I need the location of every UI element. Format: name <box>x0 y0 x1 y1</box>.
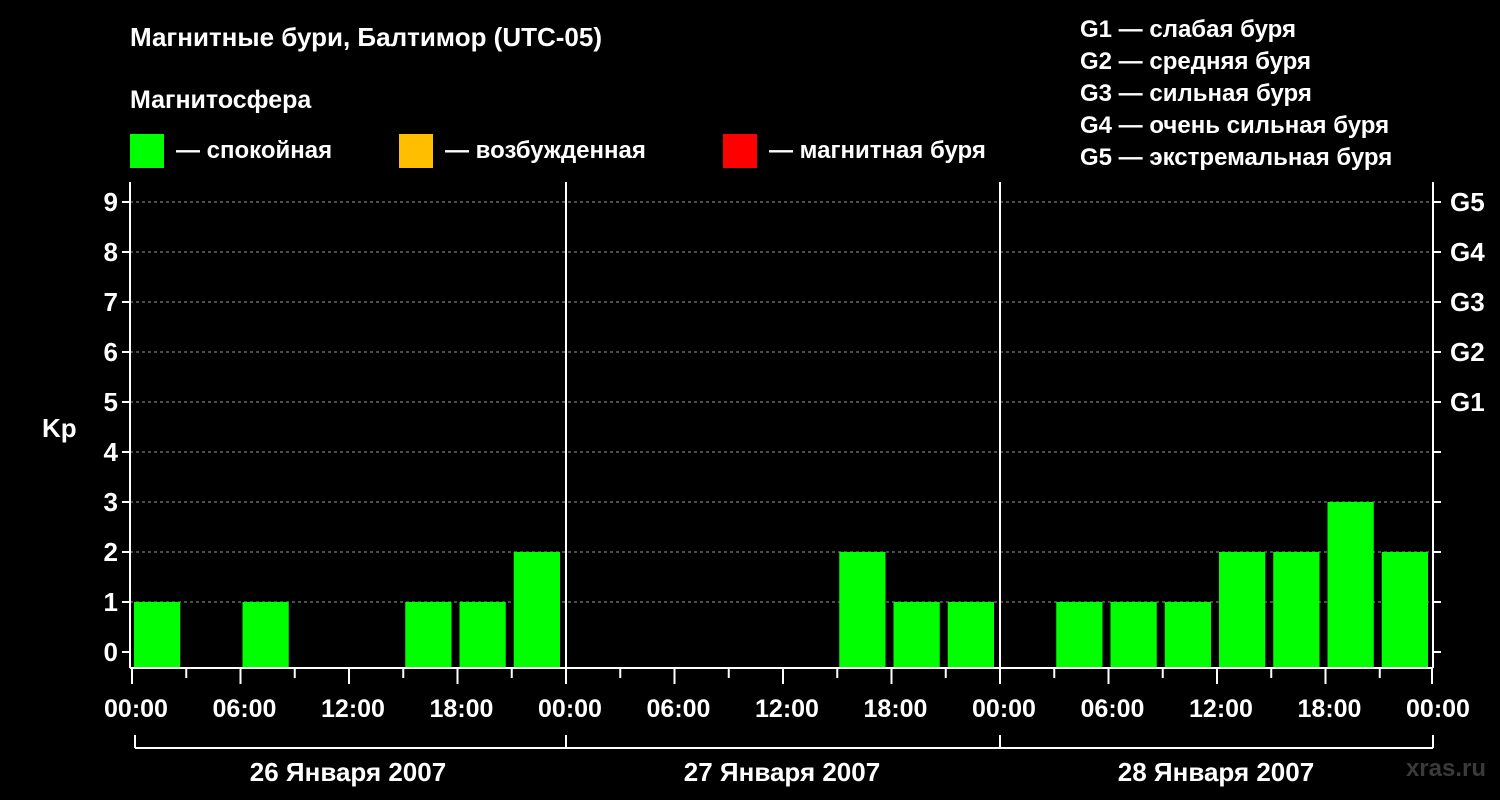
bar <box>1164 602 1211 668</box>
bar <box>1219 552 1266 668</box>
bar <box>405 602 452 668</box>
day-label: 28 Января 2007 <box>1118 757 1314 787</box>
y-tick-label: 3 <box>104 487 118 517</box>
bar <box>1381 552 1428 668</box>
bar <box>242 602 289 668</box>
x-tick-label: 06:00 <box>647 695 711 723</box>
y-tick-label: 6 <box>104 337 118 367</box>
bar <box>134 602 181 668</box>
bar <box>1327 502 1374 668</box>
storm-level-tick-label: G1 <box>1450 387 1485 417</box>
y-tick-label: 2 <box>104 537 118 567</box>
bar <box>1110 602 1157 668</box>
x-tick-label: 18:00 <box>1298 695 1362 723</box>
y-tick-label: 1 <box>104 587 118 617</box>
bar <box>513 552 560 668</box>
y-tick-label: 7 <box>104 287 118 317</box>
kp-bar-chart: 0 1 2 3 4 5 6 7 8 9 Kp G1 G2 G3 G4 G5 00:00 06:00 12:00 18:… <box>42 182 1485 787</box>
x-tick-label: 00:00 <box>538 695 602 723</box>
x-tick-label: 12:00 <box>321 695 385 723</box>
bar <box>459 602 506 668</box>
x-tick-label: 00:00 <box>972 695 1036 723</box>
day-label: 26 Января 2007 <box>250 757 446 787</box>
watermark: xras.ru <box>1405 755 1486 782</box>
x-tick-label: 12:00 <box>1189 695 1253 723</box>
x-tick-label: 18:00 <box>864 695 928 723</box>
x-tick-label: 00:00 <box>104 695 168 723</box>
day-label: 27 Января 2007 <box>684 757 880 787</box>
x-tick-label: 06:00 <box>213 695 277 723</box>
x-tick-label: 06:00 <box>1081 695 1145 723</box>
y-tick-label: 4 <box>104 437 119 467</box>
y-tick-label: 0 <box>104 637 118 667</box>
x-tick-label: 00:00 <box>1406 695 1470 723</box>
storm-level-tick-label: G2 <box>1450 337 1485 367</box>
y-axis-label: Kp <box>42 413 77 443</box>
bar <box>947 602 994 668</box>
storm-level-tick-label: G5 <box>1450 187 1485 217</box>
bar <box>1056 602 1103 668</box>
x-tick-label: 12:00 <box>755 695 819 723</box>
bar <box>1273 552 1320 668</box>
bar <box>839 552 886 668</box>
y-tick-label: 9 <box>104 187 118 217</box>
storm-level-tick-label: G4 <box>1450 237 1485 267</box>
y-tick-label: 5 <box>104 387 118 417</box>
storm-level-tick-label: G3 <box>1450 287 1485 317</box>
bar <box>893 602 940 668</box>
x-tick-label: 18:00 <box>430 695 494 723</box>
y-tick-label: 8 <box>104 237 118 267</box>
